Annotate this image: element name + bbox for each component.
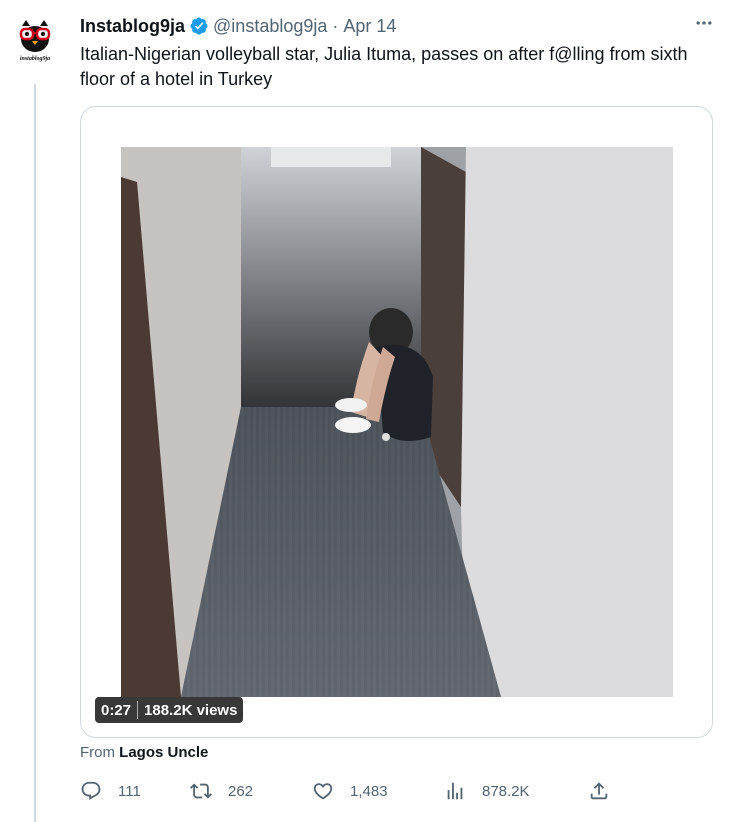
tweet-actions: 111 262 1,483 878.2K: [80, 780, 620, 808]
share-icon: [590, 782, 608, 800]
verified-badge-icon: [190, 17, 208, 35]
video-duration: 0:27: [101, 701, 132, 719]
author-handle[interactable]: @instablog9ja: [213, 16, 327, 37]
tweet-date[interactable]: Apr 14: [343, 16, 396, 37]
retweet-icon: [190, 783, 212, 799]
tweet-text: Italian-Nigerian volleyball star, Julia …: [80, 44, 688, 89]
reply-button[interactable]: 111: [80, 780, 141, 802]
more-horizontal-icon: [696, 21, 712, 25]
like-count: 1,483: [350, 782, 388, 800]
source-prefix: From: [80, 744, 115, 761]
author-name[interactable]: Instablog9ja: [80, 16, 185, 37]
video-thumbnail: [121, 147, 673, 697]
heart-icon: [313, 783, 333, 800]
video-info-badge: 0:27 188.2K views: [95, 697, 244, 723]
views-button[interactable]: 878.2K: [444, 780, 530, 802]
retweet-button[interactable]: 262: [190, 780, 253, 802]
owl-logo-icon: instablog9ja: [11, 13, 59, 62]
media-card[interactable]: 0:27 188.2K views: [80, 106, 713, 738]
more-options-button[interactable]: [693, 14, 715, 32]
source-name[interactable]: Lagos Uncle: [119, 744, 208, 761]
share-button[interactable]: [588, 780, 610, 802]
thread-line: [34, 84, 36, 822]
avatar-wordmark: instablog9ja: [20, 56, 50, 62]
retweet-count: 262: [228, 782, 254, 800]
like-button[interactable]: 1,483: [312, 780, 388, 802]
tweet-header: Instablog9ja @instablog9ja · Apr 14: [80, 13, 715, 39]
view-count: 878.2K: [482, 782, 530, 800]
video-views: 188.2K views: [144, 701, 238, 719]
analytics-icon: [447, 782, 463, 800]
reply-count: 111: [118, 782, 141, 800]
video-source: From Lagos Uncle: [80, 744, 208, 761]
badge-divider: [137, 701, 139, 719]
separator-dot: ·: [332, 15, 339, 36]
avatar[interactable]: instablog9ja: [10, 12, 60, 62]
video-player[interactable]: [121, 147, 673, 697]
reply-icon: [81, 781, 101, 800]
